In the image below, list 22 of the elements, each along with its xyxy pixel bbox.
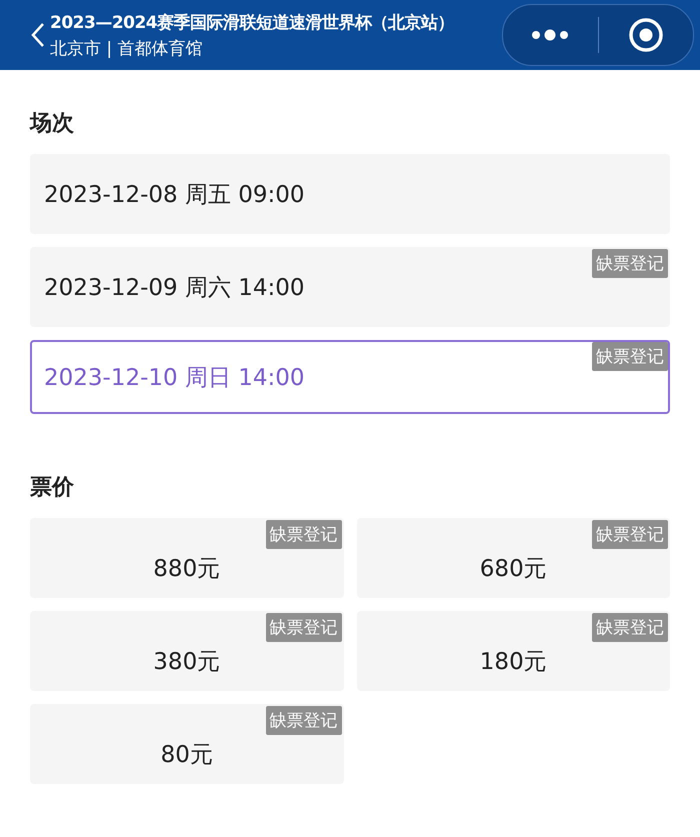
badge: 缺票登记: [266, 520, 342, 549]
option-card[interactable]: 2023-12-10 周日 14:00 缺票登记: [30, 340, 670, 414]
option-card[interactable]: 2023-12-08 周五 09:00: [30, 154, 670, 234]
venue-text: 北京市 | 首都体育馆: [50, 38, 204, 60]
option-card[interactable]: 180元 缺票登记: [356, 611, 670, 691]
page-title: 2023—2024赛季国际滑联短道速滑世界杯（北京站）: [50, 12, 456, 34]
badge: 缺票登记: [592, 613, 668, 642]
badge: 缺票登记: [266, 613, 342, 642]
section-title: 场次: [30, 110, 75, 138]
option-card[interactable]: 680元 缺票登记: [356, 518, 670, 598]
back-icon[interactable]: [30, 21, 46, 49]
option-card[interactable]: 80元 缺票登记: [30, 704, 344, 784]
badge: 缺票登记: [592, 342, 668, 371]
target-icon[interactable]: [628, 17, 664, 53]
section-title: 票价: [30, 474, 75, 502]
option-card[interactable]: 2023-12-09 周六 14:00 缺票登记: [30, 247, 670, 327]
more-icon[interactable]: [530, 29, 570, 41]
option-card[interactable]: 880元 缺票登记: [30, 518, 344, 598]
option-card[interactable]: 380元 缺票登记: [30, 611, 344, 691]
badge: 缺票登记: [592, 249, 668, 278]
badge: 缺票登记: [592, 520, 668, 549]
badge: 缺票登记: [266, 706, 342, 735]
